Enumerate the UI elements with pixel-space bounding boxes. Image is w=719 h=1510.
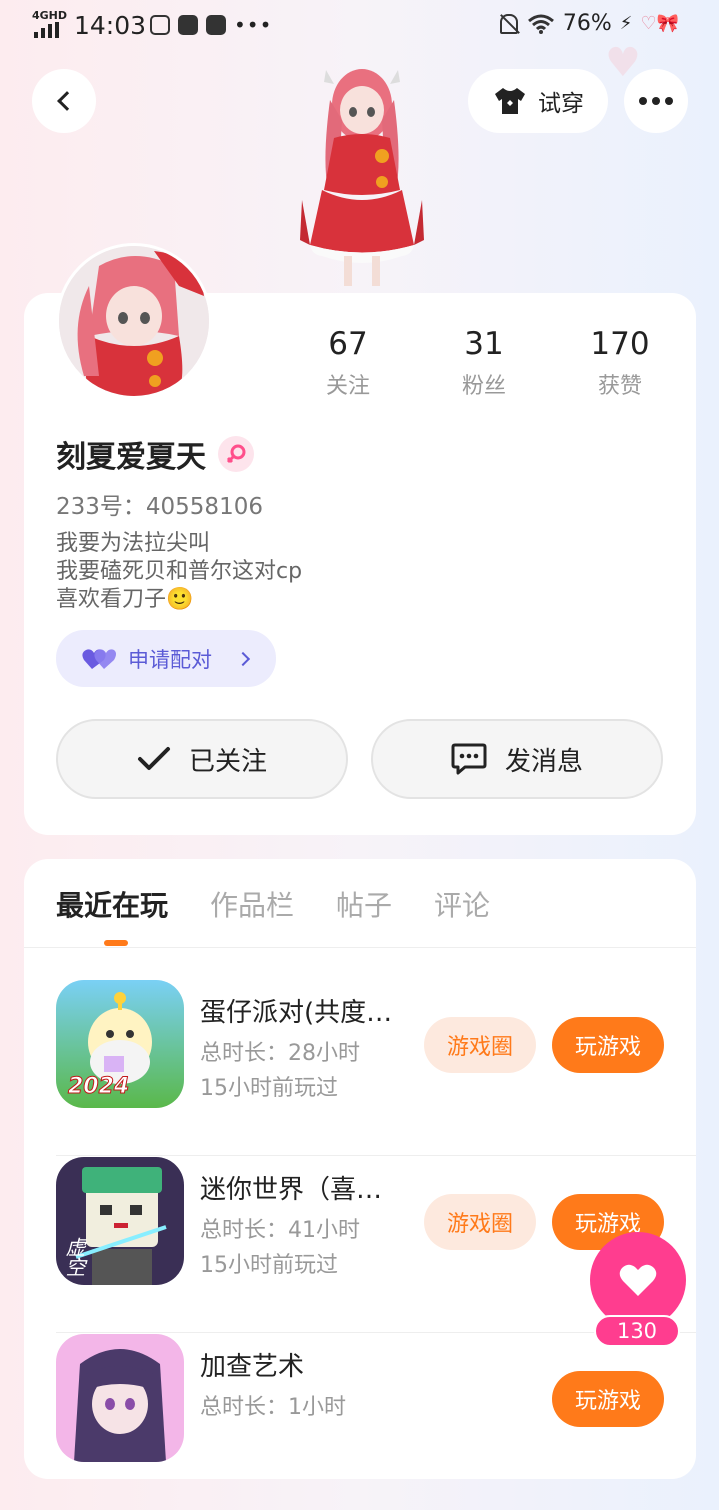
game-row-1[interactable]: 2024 蛋仔派对(共度… 总时长：28小时 15小时前玩过 游戏圈 玩游戏 bbox=[56, 980, 696, 1156]
game-row-2[interactable]: 虚空 迷你世界（喜… 总时长：41小时 15小时前玩过 游戏圈 玩游戏 bbox=[56, 1157, 696, 1333]
avatar-3d-model bbox=[300, 69, 424, 286]
followed-button[interactable]: 已关注 bbox=[56, 719, 348, 799]
play-game-button[interactable]: 玩游戏 bbox=[552, 1017, 664, 1073]
chat-icon bbox=[451, 743, 487, 775]
like-button[interactable] bbox=[590, 1232, 686, 1328]
game-duration: 总时长：28小时 bbox=[200, 1041, 360, 1066]
tab-recently-played[interactable]: 最近在玩 bbox=[56, 884, 168, 924]
more-notifications-icon: ••• bbox=[234, 13, 273, 37]
signal-icon bbox=[34, 22, 59, 38]
tabs-divider bbox=[24, 947, 696, 948]
mute-icon bbox=[497, 12, 519, 36]
stat-following[interactable]: 67 关注 bbox=[293, 326, 403, 400]
tab-indicator bbox=[104, 940, 128, 946]
stat-fans[interactable]: 31 粉丝 bbox=[429, 326, 539, 400]
game-icon-label: 虚空 bbox=[62, 1237, 86, 1277]
stat-likes-count: 170 bbox=[590, 326, 650, 362]
game-icon-mini-world[interactable]: 虚空 bbox=[56, 1157, 184, 1285]
tab-comments[interactable]: 评论 bbox=[434, 884, 490, 924]
username-row: 刻夏爱夏天 bbox=[56, 432, 254, 476]
game-row-3[interactable]: 加查艺术 总时长：1小时 玩游戏 bbox=[56, 1334, 664, 1510]
double-heart-icon bbox=[82, 648, 116, 669]
wifi-icon bbox=[527, 14, 554, 34]
back-icon bbox=[57, 91, 77, 111]
game-name: 加查艺术 bbox=[200, 1352, 305, 1382]
game-name: 蛋仔派对(共度… bbox=[200, 998, 393, 1028]
send-message-label: 发消息 bbox=[504, 746, 583, 777]
network-label: 4GHD bbox=[32, 9, 68, 22]
profile-tabs: 最近在玩 作品栏 帖子 评论 bbox=[56, 884, 490, 924]
play-game-button[interactable]: 玩游戏 bbox=[552, 1371, 664, 1427]
game-circle-button[interactable]: 游戏圈 bbox=[424, 1194, 536, 1250]
game-last-played: 15小时前玩过 bbox=[200, 1253, 338, 1278]
stat-likes-label: 获赞 bbox=[597, 374, 642, 399]
bio: 我要为法拉尖叫 我要磕死贝和普尔这对cp 喜欢看刀子🙂 bbox=[56, 530, 302, 614]
bio-line: 喜欢看刀子🙂 bbox=[56, 587, 194, 612]
try-on-button[interactable]: 试穿 bbox=[468, 69, 608, 133]
tshirt-icon bbox=[495, 88, 525, 114]
stat-fans-count: 31 bbox=[464, 326, 504, 362]
more-icon bbox=[639, 97, 673, 105]
game-name: 迷你世界（喜… bbox=[200, 1175, 383, 1205]
tab-works[interactable]: 作品栏 bbox=[210, 884, 294, 924]
stat-following-count: 67 bbox=[328, 326, 368, 362]
game-last-played: 15小时前玩过 bbox=[200, 1076, 338, 1101]
female-icon bbox=[218, 436, 254, 472]
check-icon bbox=[137, 747, 170, 770]
app-notification-icon bbox=[150, 15, 170, 35]
heart-icon bbox=[619, 1264, 657, 1296]
game-icon-gacha-art[interactable] bbox=[56, 1334, 184, 1462]
game-duration: 总时长：1小时 bbox=[200, 1395, 346, 1420]
game-icon-eggy-party[interactable]: 2024 bbox=[56, 980, 184, 1108]
stat-likes[interactable]: 170 获赞 bbox=[565, 326, 675, 400]
notification-icons: ••• bbox=[150, 13, 272, 37]
row-divider bbox=[56, 1155, 696, 1156]
bow-icon: ♡🎀 bbox=[640, 13, 679, 34]
game-circle-button[interactable]: 游戏圈 bbox=[424, 1017, 536, 1073]
game-icon-label: 2024 bbox=[67, 1074, 130, 1100]
tab-posts[interactable]: 帖子 bbox=[336, 884, 392, 924]
stat-fans-label: 粉丝 bbox=[461, 374, 506, 399]
more-button[interactable] bbox=[624, 69, 688, 133]
user-id: 233号：40558106 bbox=[56, 494, 263, 520]
pair-request-label: 申请配对 bbox=[128, 647, 212, 672]
bio-line: 我要为法拉尖叫 bbox=[56, 531, 211, 556]
back-button[interactable] bbox=[32, 69, 96, 133]
app-square-icon bbox=[206, 15, 226, 35]
tiktok-icon bbox=[178, 15, 198, 35]
try-on-label: 试穿 bbox=[538, 91, 584, 117]
pair-request-button[interactable]: 申请配对 bbox=[56, 630, 276, 687]
stat-following-label: 关注 bbox=[325, 374, 370, 399]
battery-percent: 76% bbox=[562, 11, 612, 36]
like-count: 130 bbox=[594, 1315, 680, 1347]
followed-label: 已关注 bbox=[188, 746, 267, 777]
username: 刻夏爱夏天 bbox=[56, 440, 206, 475]
game-duration: 总时长：41小时 bbox=[200, 1218, 360, 1243]
chevron-right-icon bbox=[235, 651, 251, 666]
stats-row: 67 关注 31 粉丝 170 获赞 bbox=[0, 326, 719, 406]
clock: 14:03 bbox=[74, 11, 147, 40]
send-message-button[interactable]: 发消息 bbox=[371, 719, 663, 799]
bio-line: 我要磕死贝和普尔这对cp bbox=[56, 559, 303, 584]
charging-icon: ⚡ bbox=[619, 13, 633, 34]
